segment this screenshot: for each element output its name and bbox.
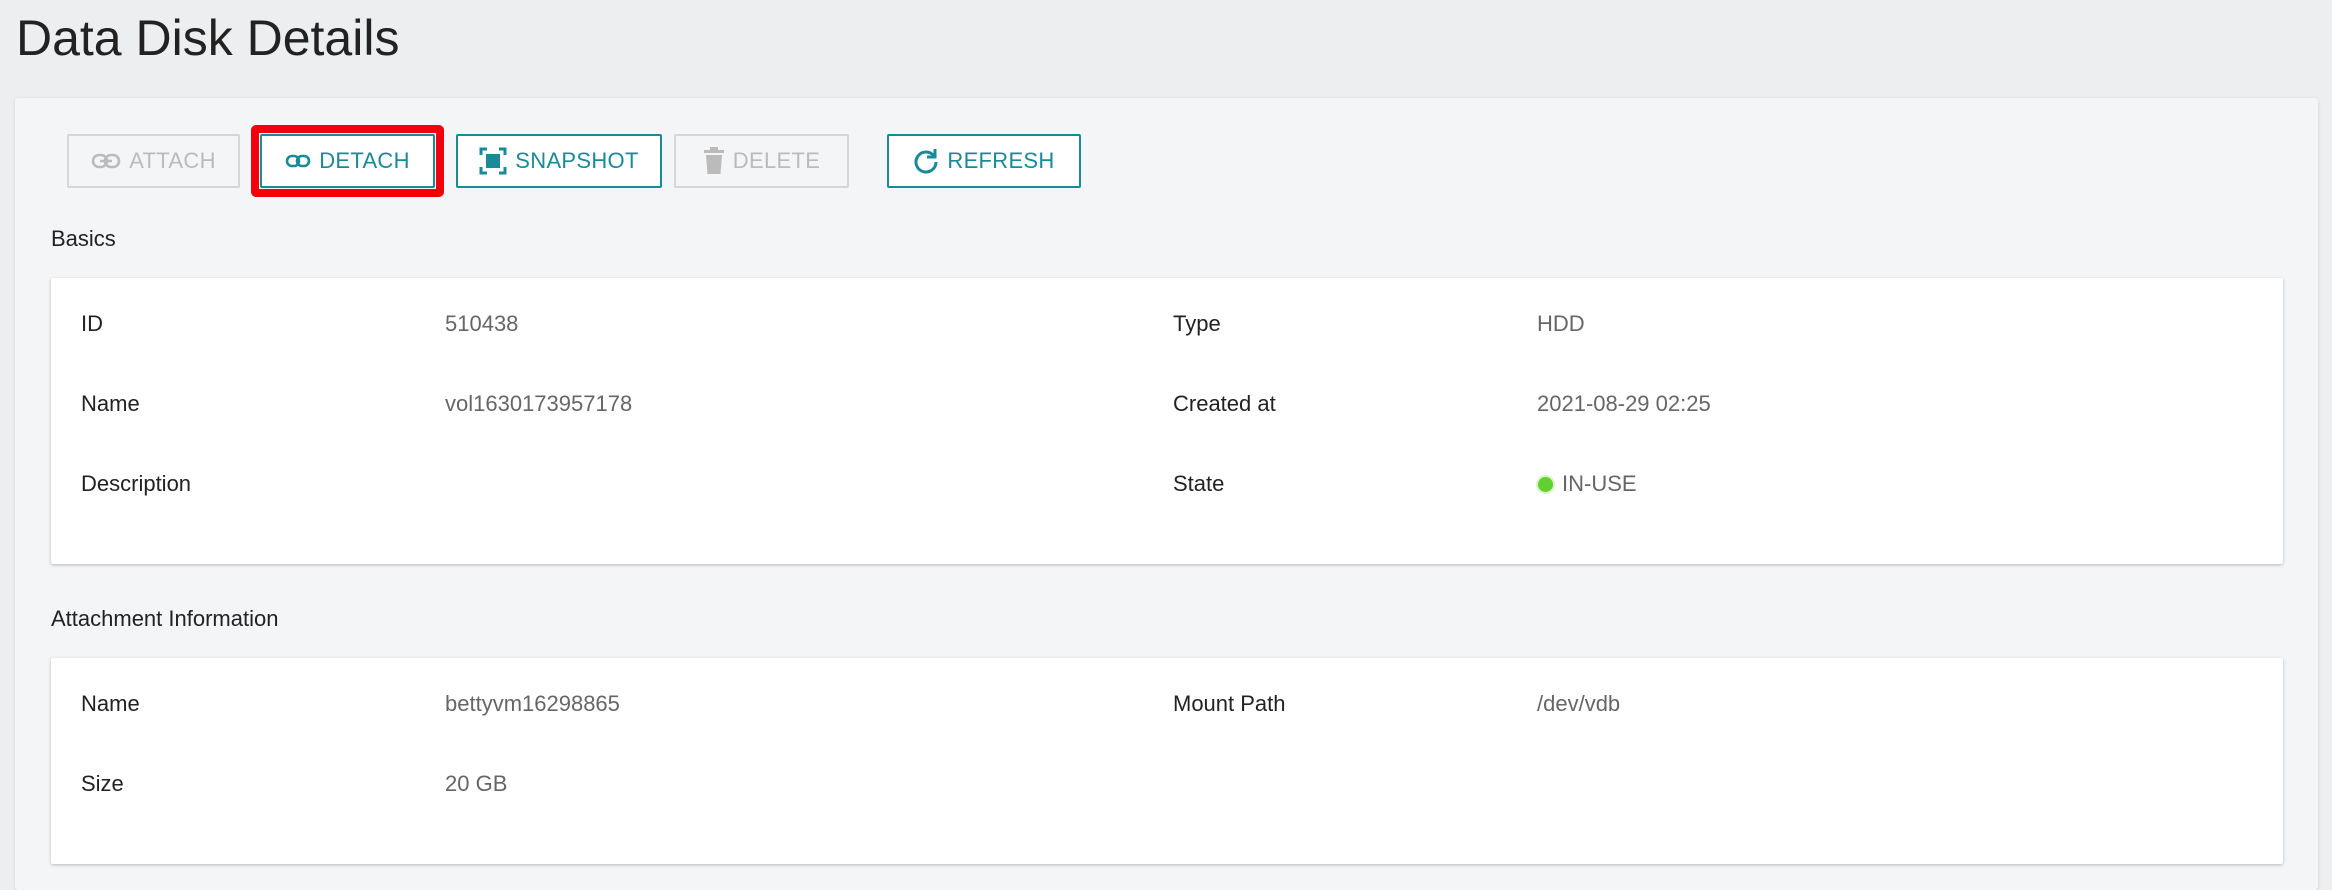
size-value: 20 GB (445, 771, 508, 796)
mount-path-label: Mount Path (1173, 691, 1286, 716)
id-label: ID (81, 311, 103, 336)
created-at-label: Created at (1173, 391, 1276, 416)
snapshot-button[interactable]: SNAPSHOT (456, 134, 662, 188)
attachment-section-title: Attachment Information (51, 606, 279, 631)
id-value: 510438 (445, 311, 519, 336)
attach-button[interactable]: ATTACH (67, 134, 240, 188)
detach-button-label: DETACH (319, 148, 410, 173)
state-value-text: IN-USE (1562, 471, 1637, 496)
attachment-name-label: Name (81, 691, 140, 716)
attachment-name-value: bettyvm16298865 (445, 691, 620, 716)
refresh-button-label: REFRESH (947, 148, 1055, 173)
attachment-card: Name bettyvm16298865 Size 20 GB Mount Pa… (51, 658, 2283, 864)
refresh-button[interactable]: REFRESH (887, 134, 1081, 188)
basics-section-title: Basics (51, 226, 116, 251)
state-label: State (1173, 471, 1225, 496)
name-label: Name (81, 391, 140, 416)
basics-card: ID 510438 Name vol1630173957178 Descript… (51, 278, 2283, 564)
snapshot-button-label: SNAPSHOT (515, 148, 639, 173)
mount-path-value: /dev/vdb (1537, 691, 1621, 716)
attach-button-label: ATTACH (129, 148, 216, 173)
type-label: Type (1173, 311, 1221, 336)
status-dot-icon (1538, 477, 1553, 492)
trash-icon (703, 147, 725, 175)
description-label: Description (81, 471, 192, 496)
detach-button[interactable]: DETACH (251, 125, 444, 197)
refresh-icon (913, 148, 939, 174)
link-icon (91, 151, 121, 171)
unlink-icon (285, 151, 311, 171)
delete-button-label: DELETE (732, 148, 821, 173)
page-title: Data Disk Details (16, 10, 400, 66)
state-value: IN-USE (1538, 471, 1637, 497)
delete-button[interactable]: DELETE (674, 134, 849, 188)
type-value: HDD (1537, 311, 1585, 336)
created-at-value: 2021-08-29 02:25 (1537, 391, 1711, 416)
name-value: vol1630173957178 (445, 391, 633, 416)
size-label: Size (81, 771, 124, 796)
snapshot-icon (479, 147, 507, 175)
disk-details-panel: ATTACH DETACH SNAPSHOT DELETE REFRESH Ba… (15, 98, 2318, 890)
